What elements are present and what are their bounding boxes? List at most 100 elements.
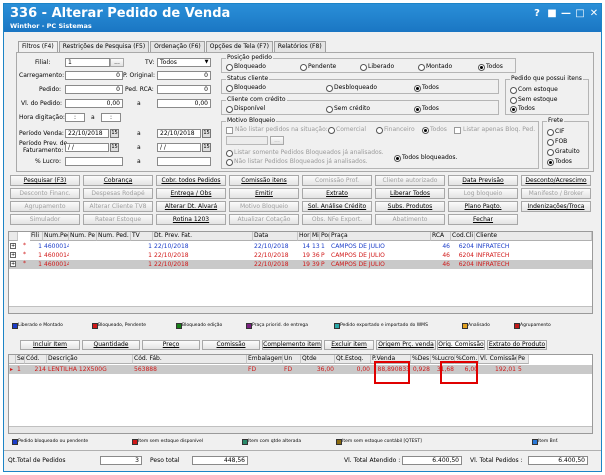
manifesto-broker-button[interactable]: Manifesto / Broker [521, 188, 591, 199]
orders-hscrollbar[interactable] [9, 306, 592, 313]
column-header-pe[interactable]: Pe [517, 355, 529, 364]
entrega-obs-button[interactable]: Entrega / Obs [156, 188, 226, 199]
alterar-dt-alvara-button[interactable]: Alterar Dt. Alvará [156, 201, 226, 212]
table-row[interactable]: +*146000142122/10/201822/10/201814131CAM… [9, 242, 592, 251]
comercial-radio[interactable]: Comercial [328, 126, 366, 134]
frete-fob-radio[interactable]: FOB [547, 138, 567, 146]
tab-incluir-item[interactable]: Incluir Item [20, 340, 80, 350]
log-bloqueio-button[interactable]: Log bloqueio [448, 188, 518, 199]
nao-listar-analisados-radio[interactable]: Não listar Pedidos Bloqueados já analisa… [226, 158, 368, 166]
desconto-financ-button[interactable]: Desconto Financ. [10, 188, 80, 199]
calendar-icon[interactable]: 15 [110, 143, 119, 152]
column-header-tv[interactable]: TV [131, 232, 153, 241]
frete-cif-radio[interactable]: CIF [547, 128, 564, 136]
financeiro-radio[interactable]: Financeiro [376, 126, 415, 134]
column-header-vl-comissao[interactable]: Vl. Comissão [479, 355, 517, 364]
column-header-embalagem[interactable]: Embalagem [247, 355, 283, 364]
pesquisar-f3-button[interactable]: Pesquisar (F3) [10, 175, 80, 186]
filial-browse-button[interactable]: ... [110, 58, 124, 67]
itens-todos-radio[interactable]: Todos [510, 105, 535, 113]
tab-orig-comissao[interactable]: Orig. Comissão [437, 340, 485, 350]
ratear-estoque-button[interactable]: Ratear Estoque [83, 214, 153, 225]
column-header-des[interactable]: %Des [411, 355, 431, 364]
column-header-dt-prev-fat[interactable]: Dt. Prev. Fat. [153, 232, 253, 241]
rotina-1203-button[interactable]: Rotina 1203 [156, 214, 226, 225]
column-header-un[interactable]: Un [283, 355, 301, 364]
credito-sem-radio[interactable]: Sem crédito [326, 105, 370, 113]
filial-input[interactable]: 1 [65, 58, 110, 67]
posicao-liberado-radio[interactable]: Liberado [360, 63, 394, 71]
restore-icon[interactable]: ■ [546, 8, 558, 19]
itens-sem-estoque-radio[interactable]: Sem estoque [510, 96, 557, 104]
expand-icon[interactable]: + [10, 261, 16, 267]
tab-comissao[interactable]: Comissão [202, 340, 260, 350]
periodo-prev-to-input[interactable]: / / [157, 143, 201, 152]
table-row[interactable]: ▸ 1 214 LENTILHA 12X500G 563888 FD FD 36,00 0,00… [9, 365, 592, 374]
calendar-icon[interactable]: 15 [202, 143, 211, 152]
periodo-venda-to-input[interactable]: 22/10/2018 [157, 129, 201, 138]
posicao-montado-radio[interactable]: Montado [418, 63, 452, 71]
column-header-por[interactable]: Por [320, 232, 330, 241]
items-hscrollbar[interactable] [9, 426, 592, 433]
vl-pedido-to-input[interactable]: 0,00 [157, 99, 211, 108]
column-header-num-pedido[interactable]: Num.Pedido [43, 232, 69, 241]
column-header-rca[interactable]: RCA [431, 232, 451, 241]
column-header-min[interactable]: Min [311, 232, 320, 241]
todos-motivo-radio[interactable]: Todos [422, 126, 447, 134]
cliente-autorizado-button[interactable]: Cliente autorizado [375, 175, 445, 186]
ped-rca-input[interactable]: 0 [157, 85, 211, 94]
fechar-button[interactable]: Fechar [448, 214, 518, 225]
sol-analise-credito-button[interactable]: Sol. Análise Crédito [302, 201, 372, 212]
liberar-todos-button[interactable]: Liberar Todos [375, 188, 445, 199]
motivo-bloqueio-button[interactable]: Motivo Bloqueio [229, 201, 299, 212]
status-desbloqueado-radio[interactable]: Desbloqueado [326, 84, 377, 92]
motivo-browse-button[interactable]: ... [270, 136, 284, 145]
carregamento-input[interactable]: 0 [65, 71, 123, 80]
tab-quantidade[interactable]: Quantidade [82, 340, 140, 350]
column-header-num-pe[interactable]: Num. Pe [69, 232, 97, 241]
lucro-to-input[interactable] [157, 157, 211, 166]
frete-todos-radio[interactable]: Todos [547, 158, 572, 166]
hora-from-input[interactable]: : [65, 113, 85, 122]
tab-extrato-do-produto[interactable]: Extrato do Produto [487, 340, 547, 350]
comissao-itens-button[interactable]: Comissão itens [229, 175, 299, 186]
expand-icon[interactable]: + [10, 252, 16, 258]
periodo-venda-from-input[interactable]: 22/10/2018 [65, 129, 109, 138]
pedido-input[interactable]: 0 [65, 85, 123, 94]
agrupamento-button[interactable]: Agrupamento [10, 201, 80, 212]
tab-excluir-item[interactable]: Excluir item [324, 340, 374, 350]
column-header-cod-fab[interactable]: Cód. Fáb. [133, 355, 247, 364]
calendar-icon[interactable]: 15 [202, 129, 211, 138]
column-header-qtde[interactable]: Qtde [301, 355, 335, 364]
despesas-rodape-button[interactable]: Despesas Rodapé [83, 188, 153, 199]
column-header-descricao[interactable]: Descrição [47, 355, 133, 364]
motivo-input[interactable] [226, 136, 268, 145]
column-header-data[interactable]: Data [253, 232, 298, 241]
vl-pedido-from-input[interactable]: 0,00 [65, 99, 123, 108]
data-previsao-button[interactable]: Data Previsão [448, 175, 518, 186]
column-header-hor[interactable]: Hor [298, 232, 311, 241]
tab-restricoes[interactable]: Restrições de Pesquisa (F5) [58, 41, 150, 52]
frete-gratuito-radio[interactable]: Gratuito [547, 148, 580, 156]
expand-icon[interactable]: + [10, 243, 16, 249]
cobr-todos-pedidos-button[interactable]: Cobr. todos Pedidos [156, 175, 226, 186]
lucro-from-input[interactable] [65, 157, 123, 166]
minimize-icon[interactable]: — [560, 8, 572, 19]
posicao-todos-radio[interactable]: Todos [478, 63, 503, 71]
maximize-icon[interactable]: □ [574, 8, 586, 19]
tab-relatorios[interactable]: Relatórios (F8) [273, 41, 326, 52]
emitir-button[interactable]: Emitir [229, 188, 299, 199]
column-header-cliente[interactable]: Cliente [475, 232, 592, 241]
credito-disponivel-radio[interactable]: Disponível [226, 105, 265, 113]
obs-nfe-export-button[interactable]: Obs. NFe Export. [302, 214, 372, 225]
column-header-cod[interactable]: Cód. [25, 355, 47, 364]
tv-select[interactable]: Todos ▼ [157, 58, 211, 67]
cobranca-button[interactable]: Cobrança [83, 175, 153, 186]
tab-opcoes-tela[interactable]: Opções de Tela (F7) [205, 41, 273, 52]
credito-todos-radio[interactable]: Todos [414, 105, 439, 113]
tab-complemento-item[interactable]: Complemento item [262, 340, 322, 350]
indenizacoes-troca-button[interactable]: Indenizações/Troca [521, 201, 591, 212]
extrato-button[interactable]: Extrato [302, 188, 372, 199]
status-todos-radio[interactable]: Todos [414, 84, 439, 92]
listar-analisados-radio[interactable]: Listar somente Pedidos Bloqueados já ana… [226, 149, 384, 157]
